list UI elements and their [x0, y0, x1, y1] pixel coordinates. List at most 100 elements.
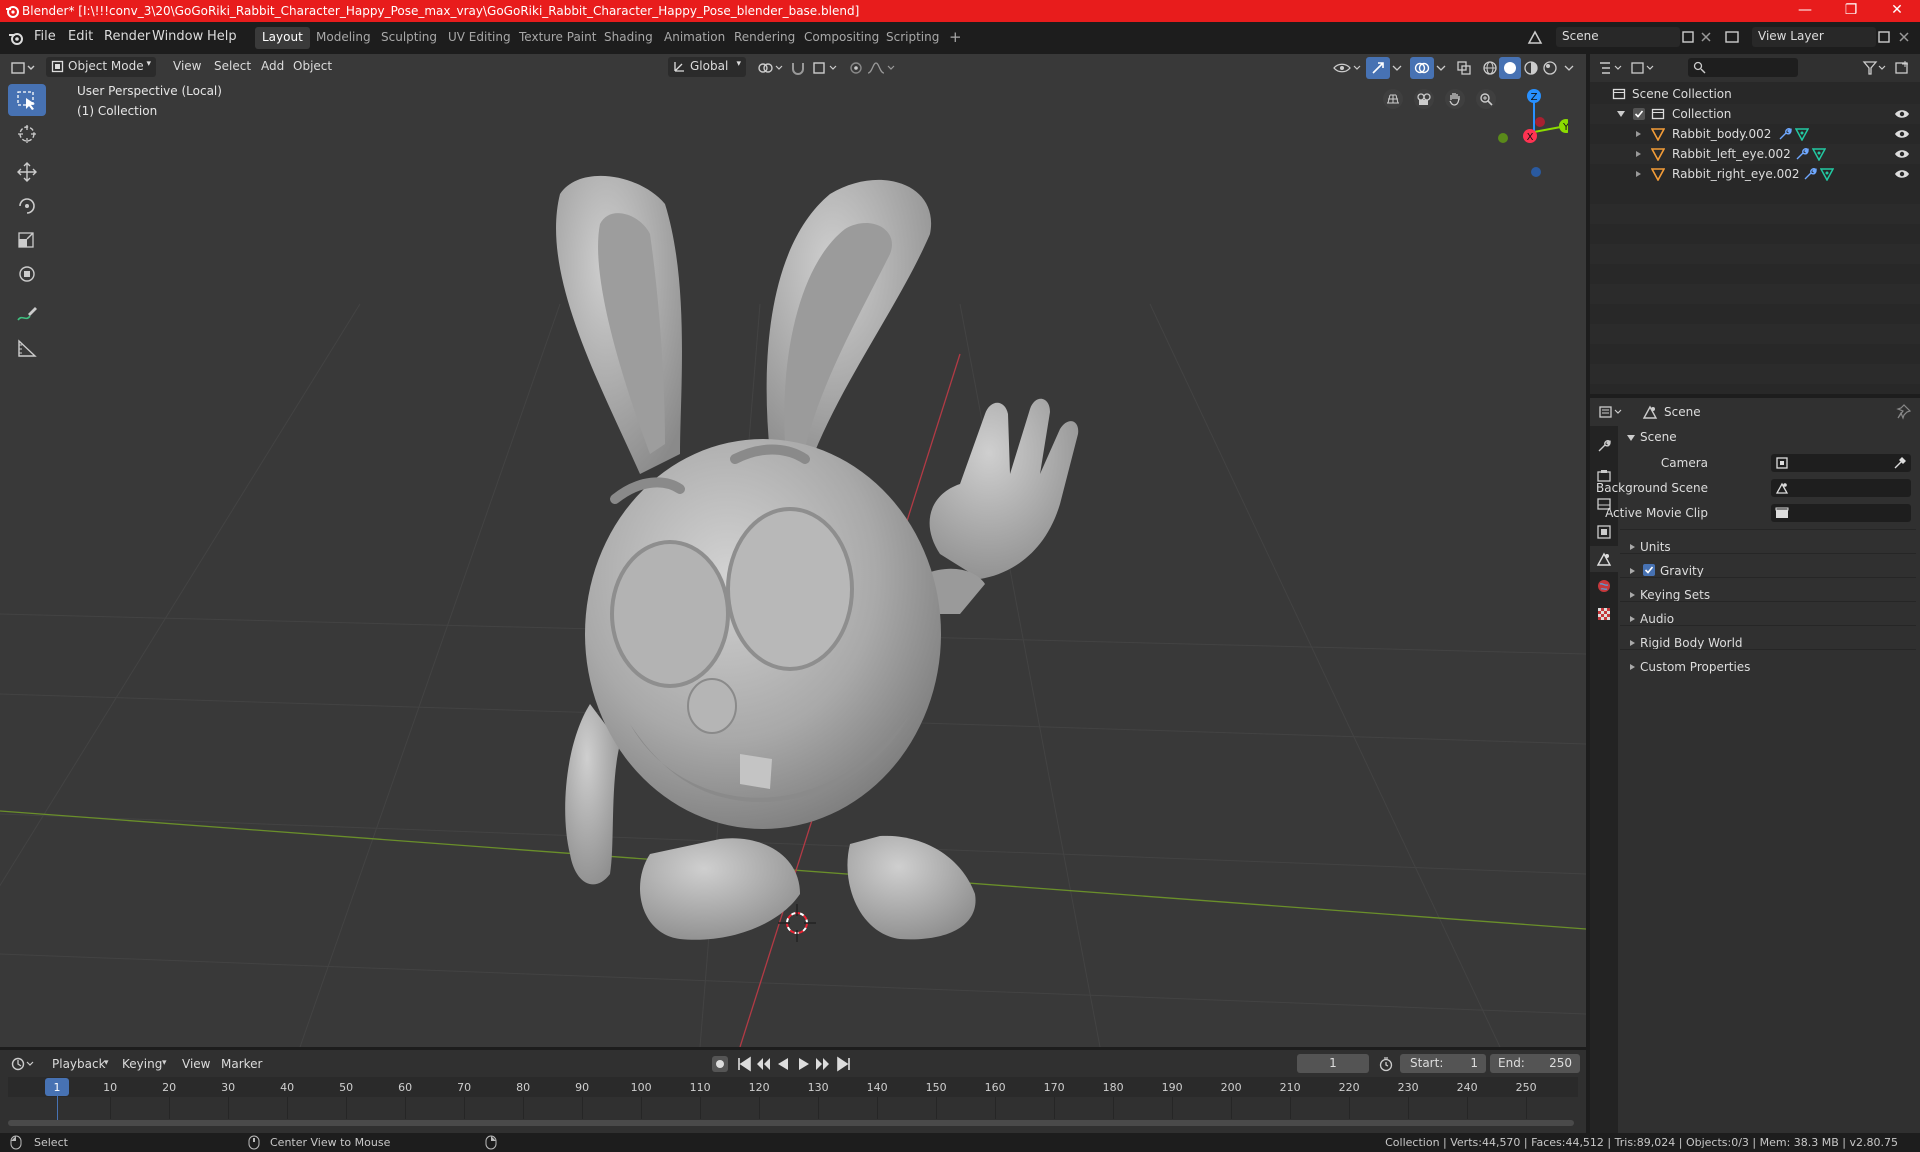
transform-tool[interactable] — [8, 258, 46, 290]
3d-viewport[interactable]: Object Mode ▾ View Select Add Object Glo… — [0, 54, 1586, 1047]
modifier-wrench-icon[interactable] — [1803, 167, 1817, 181]
active-movie-clip-field[interactable] — [1771, 504, 1911, 522]
tab-modeling[interactable]: Modeling — [309, 27, 378, 49]
menu-edit[interactable]: Edit — [68, 29, 93, 44]
outliner-row-rabbit-right-eye[interactable]: Rabbit_right_eye.002 — [1590, 164, 1920, 184]
scene-field[interactable]: Scene — [1556, 27, 1680, 47]
gravity-checkbox[interactable] — [1642, 563, 1656, 577]
jump-to-end-icon[interactable] — [836, 1055, 852, 1073]
overlays-toggle-button[interactable] — [1410, 57, 1434, 79]
wireframe-shading-icon[interactable] — [1482, 60, 1498, 76]
tab-compositing[interactable]: Compositing — [797, 27, 886, 49]
display-mode-icon[interactable] — [1630, 60, 1656, 76]
viewport-menu-select[interactable]: Select — [207, 57, 258, 77]
view-layer-properties-tab-icon[interactable] — [1596, 524, 1612, 540]
snap-icon[interactable] — [790, 60, 806, 76]
collection-checkbox[interactable] — [1632, 107, 1646, 121]
pin-icon[interactable] — [1896, 404, 1912, 420]
tool-properties-tab-icon[interactable] — [1596, 438, 1612, 454]
menu-render[interactable]: Render — [104, 29, 150, 44]
menu-help[interactable]: Help — [207, 29, 237, 44]
object-mode-dropdown[interactable]: Object Mode ▾ — [46, 57, 156, 77]
scene-properties-tab[interactable] — [1590, 546, 1618, 572]
timeline-menu-playback[interactable]: Playback — [52, 1057, 106, 1071]
panel-header-custom-properties[interactable]: Custom Properties — [1640, 660, 1750, 674]
outliner-editor-type-icon[interactable] — [1598, 60, 1624, 76]
expand-triangle-closed-icon[interactable] — [1634, 150, 1642, 158]
modifier-wrench-icon[interactable] — [1795, 147, 1809, 161]
texture-properties-tab-icon[interactable] — [1596, 606, 1612, 622]
rendered-shading-icon[interactable] — [1542, 60, 1558, 76]
timeline-editor-type-icon[interactable] — [10, 1056, 36, 1072]
snap-target-icon[interactable] — [812, 60, 840, 76]
end-frame-field[interactable]: End: 250 — [1490, 1054, 1580, 1073]
outliner-row-collection[interactable]: Collection — [1590, 104, 1920, 124]
tab-layout[interactable]: Layout — [255, 27, 310, 49]
pan-view-hand-icon[interactable] — [1444, 88, 1466, 110]
play-reverse-icon[interactable] — [775, 1055, 791, 1073]
viewport-menu-view[interactable]: View — [166, 57, 208, 77]
outliner-search-input[interactable] — [1688, 58, 1798, 77]
jump-to-keyframe-next-icon[interactable] — [815, 1055, 831, 1073]
panel-header-rigid-body-world[interactable]: Rigid Body World — [1640, 636, 1743, 650]
remove-view-layer-icon[interactable] — [1896, 29, 1912, 45]
mesh-data-icon[interactable] — [1795, 127, 1809, 141]
jump-to-keyframe-prev-icon[interactable] — [755, 1055, 771, 1073]
filter-icon[interactable] — [1862, 60, 1888, 76]
tab-uv-editing[interactable]: UV Editing — [441, 27, 518, 49]
background-scene-field[interactable] — [1771, 479, 1911, 497]
tab-animation[interactable]: Animation — [657, 27, 732, 49]
preview-range-clock-icon[interactable] — [1378, 1056, 1394, 1072]
blender-menu-icon[interactable] — [8, 30, 24, 46]
viewport-menu-object[interactable]: Object — [286, 57, 339, 77]
play-icon[interactable] — [796, 1055, 812, 1073]
expand-triangle-closed-icon[interactable] — [1628, 639, 1636, 647]
move-tool[interactable] — [8, 156, 46, 188]
timeline-menu-keying[interactable]: Keying — [122, 1057, 162, 1071]
chevron-down-icon[interactable] — [1562, 60, 1576, 76]
eye-icon[interactable] — [1894, 168, 1910, 180]
jump-to-start-icon[interactable] — [736, 1055, 752, 1073]
proportional-falloff-icon[interactable] — [866, 60, 896, 76]
tab-texture-paint[interactable]: Texture Paint — [512, 27, 603, 49]
auto-keying-record-icon[interactable] — [711, 1055, 729, 1073]
expand-triangle-closed-icon[interactable] — [1628, 543, 1636, 551]
tab-rendering[interactable]: Rendering — [727, 27, 802, 49]
panel-header-keying-sets[interactable]: Keying Sets — [1640, 588, 1710, 602]
scale-tool[interactable] — [8, 224, 46, 256]
expand-triangle-closed-icon[interactable] — [1628, 567, 1636, 575]
expand-triangle-closed-icon[interactable] — [1628, 663, 1636, 671]
new-collection-icon[interactable] — [1894, 60, 1910, 76]
timeline-menu-marker[interactable]: Marker — [221, 1057, 262, 1071]
new-scene-icon[interactable] — [1680, 29, 1696, 45]
tab-shading[interactable]: Shading — [597, 27, 660, 49]
expand-triangle-open-icon[interactable] — [1626, 433, 1636, 443]
rabbit-model[interactable] — [556, 175, 1079, 940]
expand-triangle-open-icon[interactable] — [1616, 109, 1626, 119]
add-workspace-button[interactable]: + — [942, 25, 969, 47]
camera-view-icon[interactable] — [1413, 88, 1435, 110]
minimize-button[interactable]: — — [1782, 0, 1828, 22]
eye-icon[interactable] — [1894, 148, 1910, 160]
mesh-data-icon[interactable] — [1820, 167, 1834, 181]
toggle-grid-view-icon[interactable] — [1382, 88, 1404, 110]
annotate-tool[interactable] — [8, 298, 46, 330]
panel-header-units[interactable]: Units — [1640, 540, 1671, 554]
mesh-data-icon[interactable] — [1812, 147, 1826, 161]
chevron-down-icon[interactable] — [1434, 60, 1448, 76]
material-shading-icon[interactable] — [1523, 60, 1539, 76]
view-layer-field[interactable]: View Layer — [1752, 27, 1876, 47]
tab-scripting[interactable]: Scripting — [879, 27, 946, 49]
tab-sculpting[interactable]: Sculpting — [374, 27, 444, 49]
editor-type-icon[interactable] — [10, 60, 36, 76]
new-view-layer-icon[interactable] — [1876, 29, 1892, 45]
expand-triangle-closed-icon[interactable] — [1628, 591, 1636, 599]
outliner-row-rabbit-body[interactable]: Rabbit_body.002 — [1590, 124, 1920, 144]
menu-window[interactable]: Window — [152, 29, 203, 44]
panel-header-audio[interactable]: Audio — [1640, 612, 1674, 626]
panel-header-scene[interactable]: Scene — [1640, 430, 1677, 444]
camera-field[interactable] — [1771, 454, 1911, 472]
timeline-scrollbar[interactable] — [8, 1120, 1574, 1126]
timeline-editor[interactable]: Playback ▾ Keying ▾ View Marker 1 Start:… — [0, 1050, 1586, 1133]
properties-editor-type-icon[interactable] — [1598, 404, 1624, 420]
